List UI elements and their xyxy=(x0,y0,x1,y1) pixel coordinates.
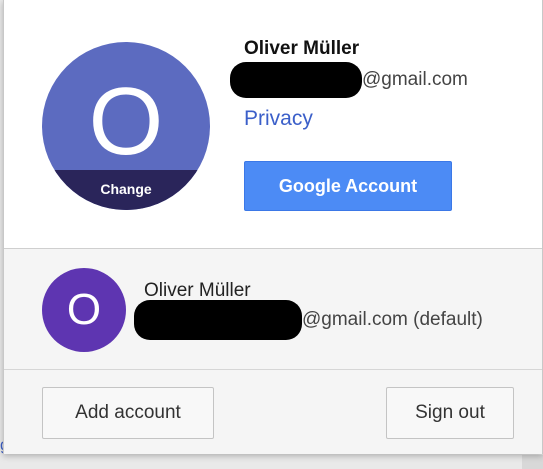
redacted-email-username xyxy=(230,62,362,98)
account-email-domain: @gmail.com (default) xyxy=(302,309,483,330)
active-profile-section: O Change Oliver Müller @gmail.com Privac… xyxy=(4,0,542,249)
account-switcher-popup: O Change Oliver Müller @gmail.com Privac… xyxy=(3,0,543,454)
add-account-button[interactable]: Add account xyxy=(42,387,214,439)
account-avatar: O xyxy=(42,268,126,352)
profile-avatar-initial: O xyxy=(88,68,164,175)
popup-footer: Add account Sign out xyxy=(4,370,542,454)
account-name: Oliver Müller xyxy=(144,280,251,301)
account-email: @gmail.com (default) xyxy=(134,300,483,340)
profile-avatar[interactable]: O Change xyxy=(42,42,210,210)
profile-email-domain: @gmail.com xyxy=(362,69,468,90)
privacy-link[interactable]: Privacy xyxy=(244,107,313,131)
account-list-item[interactable]: O Oliver Müller @gmail.com (default) xyxy=(4,249,542,370)
change-photo-button[interactable]: Change xyxy=(42,170,210,210)
profile-email: @gmail.com xyxy=(230,60,468,100)
background-scrollbar xyxy=(522,455,543,469)
google-account-button[interactable]: Google Account xyxy=(244,161,452,211)
sign-out-button[interactable]: Sign out xyxy=(386,387,514,439)
redacted-account-username xyxy=(134,300,302,340)
profile-name: Oliver Müller xyxy=(244,38,360,59)
